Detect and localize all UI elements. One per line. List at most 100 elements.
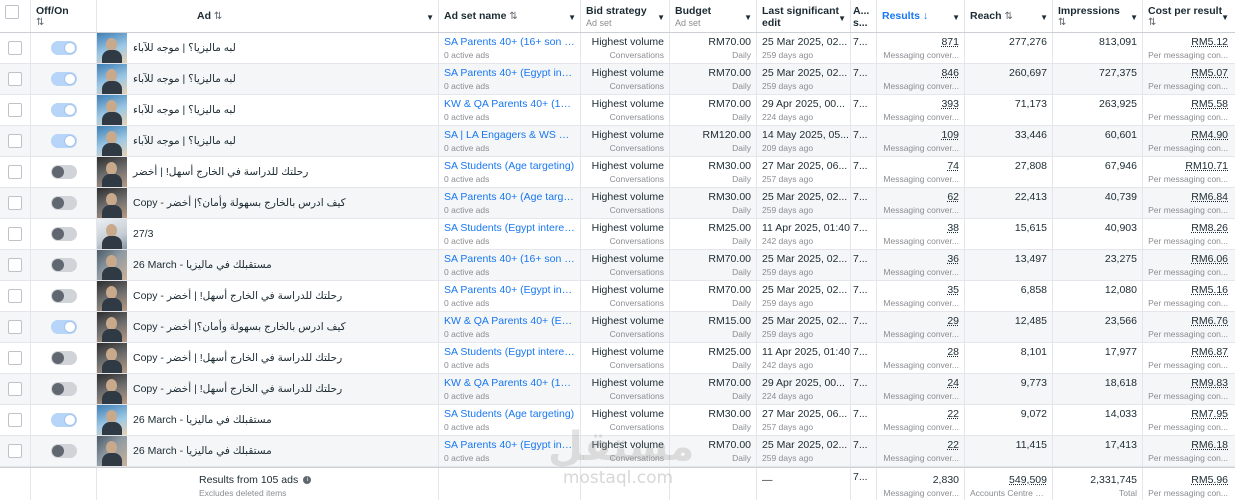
header-cost-per-result[interactable]: Cost per result ⇅ ▼ bbox=[1143, 0, 1233, 32]
row-checkbox[interactable] bbox=[8, 134, 22, 148]
table-row[interactable]: 26 March - مستقبلك في ماليزيا SA Students… bbox=[0, 405, 1235, 436]
row-checkbox[interactable] bbox=[8, 165, 22, 179]
ad-cell[interactable]: رحلتك للدراسة في الخارج أسهل! | أخضر bbox=[97, 157, 439, 187]
info-icon[interactable]: i bbox=[303, 476, 312, 485]
sort-icon[interactable]: ⇅ bbox=[1004, 11, 1012, 22]
chevron-down-icon[interactable]: ▼ bbox=[838, 13, 846, 25]
ad-thumbnail[interactable] bbox=[97, 95, 127, 125]
row-checkbox[interactable] bbox=[8, 41, 22, 55]
ad-cell[interactable]: 27/3 bbox=[97, 219, 439, 249]
chevron-down-icon[interactable]: ▼ bbox=[426, 13, 434, 22]
ad-name[interactable]: لبه ماليزيا؟ | موجه للآباء bbox=[133, 73, 236, 85]
cpr-value[interactable]: RM6.18 bbox=[1148, 439, 1228, 451]
table-row[interactable]: رحلتك للدراسة في الخارج أسهل! | أخضر - C… bbox=[0, 343, 1235, 374]
results-value[interactable]: 38 bbox=[882, 222, 959, 234]
table-row[interactable]: 26 March - مستقبلك في ماليزيا SA Parents … bbox=[0, 250, 1235, 281]
ad-cell[interactable]: لبه ماليزيا؟ | موجه للآباء bbox=[97, 64, 439, 94]
row-checkbox[interactable] bbox=[8, 444, 22, 458]
ad-cell[interactable]: لبه ماليزيا؟ | موجه للآباء bbox=[97, 33, 439, 63]
ad-thumbnail[interactable] bbox=[97, 312, 127, 342]
row-checkbox[interactable] bbox=[8, 196, 22, 210]
ad-cell[interactable]: رحلتك للدراسة في الخارج أسهل! | أخضر - C… bbox=[97, 374, 439, 404]
ad-thumbnail[interactable] bbox=[97, 281, 127, 311]
chevron-down-icon[interactable]: ▼ bbox=[1040, 13, 1048, 22]
cpr-value[interactable]: RM9.83 bbox=[1148, 377, 1228, 389]
header-adset[interactable]: Ad set name ⇅ ▼ bbox=[439, 0, 581, 32]
ad-name[interactable]: رحلتك للدراسة في الخارج أسهل! | أخضر - C… bbox=[133, 383, 342, 395]
adset-link[interactable]: SA Parents 40+ (16+ son & d... bbox=[444, 253, 575, 265]
chevron-down-icon[interactable]: ▼ bbox=[1130, 13, 1138, 22]
adset-link[interactable]: KW & QA Parents 40+ (16+ s... bbox=[444, 98, 575, 110]
header-offon[interactable]: Off/On ⇅ bbox=[31, 0, 97, 32]
ad-delivery-toggle[interactable] bbox=[50, 289, 77, 303]
header-a[interactable]: A... s... bbox=[851, 0, 877, 32]
ad-name[interactable]: رحلتك للدراسة في الخارج أسهل! | أخضر bbox=[133, 166, 308, 178]
ad-name[interactable]: لبه ماليزيا؟ | موجه للآباء bbox=[133, 135, 236, 147]
ad-delivery-toggle[interactable] bbox=[50, 413, 77, 427]
select-all-checkbox[interactable] bbox=[5, 5, 19, 19]
adset-link[interactable]: SA Parents 40+ (16+ son & d... bbox=[444, 36, 575, 48]
table-row[interactable]: كيف ادرس بالخارج بسهولة وأمان؟| أخضر - C… bbox=[0, 312, 1235, 343]
adset-link[interactable]: SA Students (Egypt interest... bbox=[444, 222, 575, 234]
adset-link[interactable]: SA Parents 40+ (Age targeti... bbox=[444, 191, 575, 203]
cpr-value[interactable]: RM6.06 bbox=[1148, 253, 1228, 265]
row-checkbox[interactable] bbox=[8, 413, 22, 427]
sort-icon[interactable]: ⇅ bbox=[1058, 17, 1137, 28]
results-value[interactable]: 28 bbox=[882, 346, 959, 358]
sort-icon[interactable]: ⇅ bbox=[509, 11, 517, 22]
ad-delivery-toggle[interactable] bbox=[50, 258, 77, 272]
row-checkbox[interactable] bbox=[8, 227, 22, 241]
results-value[interactable]: 74 bbox=[882, 160, 959, 172]
ad-name[interactable]: كيف ادرس بالخارج بسهولة وأمان؟| أخضر - C… bbox=[133, 197, 346, 209]
ad-name[interactable]: 26 March - مستقبلك في ماليزيا bbox=[133, 445, 272, 457]
ad-delivery-toggle[interactable] bbox=[50, 165, 77, 179]
ad-thumbnail[interactable] bbox=[97, 343, 127, 373]
chevron-down-icon[interactable]: ▼ bbox=[1221, 13, 1229, 22]
ad-delivery-toggle[interactable] bbox=[50, 41, 77, 55]
ad-cell[interactable]: 26 March - مستقبلك في ماليزيا bbox=[97, 405, 439, 435]
results-value[interactable]: 393 bbox=[882, 98, 959, 110]
results-value[interactable]: 871 bbox=[882, 36, 959, 48]
cpr-value[interactable]: RM8.26 bbox=[1148, 222, 1228, 234]
ad-cell[interactable]: 26 March - مستقبلك في ماليزيا bbox=[97, 250, 439, 280]
sort-icon[interactable]: ⇅ bbox=[36, 17, 91, 28]
adset-link[interactable]: SA Students (Egypt interest... bbox=[444, 346, 575, 358]
header-last-edit[interactable]: Last significant edit ▼ bbox=[757, 0, 851, 32]
ad-thumbnail[interactable] bbox=[97, 157, 127, 187]
results-value[interactable]: 22 bbox=[882, 408, 959, 420]
ad-name[interactable]: لبه ماليزيا؟ | موجه للآباء bbox=[133, 42, 236, 54]
ad-cell[interactable]: كيف ادرس بالخارج بسهولة وأمان؟| أخضر - C… bbox=[97, 188, 439, 218]
header-results[interactable]: Results ↓ ▼ bbox=[877, 0, 965, 32]
results-value[interactable]: 846 bbox=[882, 67, 959, 79]
chevron-down-icon[interactable]: ▼ bbox=[952, 13, 960, 22]
ad-name[interactable]: رحلتك للدراسة في الخارج أسهل! | أخضر - C… bbox=[133, 290, 342, 302]
table-row[interactable]: لبه ماليزيا؟ | موجه للآباء SA | LA Engage… bbox=[0, 126, 1235, 157]
table-row[interactable]: كيف ادرس بالخارج بسهولة وأمان؟| أخضر - C… bbox=[0, 188, 1235, 219]
sort-icon[interactable]: ⇅ bbox=[214, 11, 222, 22]
adset-link[interactable]: SA Students (Age targeting) bbox=[444, 160, 575, 172]
ad-delivery-toggle[interactable] bbox=[50, 444, 77, 458]
header-bid-strategy[interactable]: Bid strategy Ad set ▼ bbox=[581, 0, 670, 32]
sort-icon[interactable]: ⇅ bbox=[1148, 17, 1228, 28]
row-checkbox[interactable] bbox=[8, 382, 22, 396]
ad-delivery-toggle[interactable] bbox=[50, 72, 77, 86]
adset-link[interactable]: SA | LA Engagers & WS Visit... bbox=[444, 129, 575, 141]
ad-delivery-toggle[interactable] bbox=[50, 196, 77, 210]
ad-name[interactable]: كيف ادرس بالخارج بسهولة وأمان؟| أخضر - C… bbox=[133, 321, 346, 333]
ad-name[interactable]: لبه ماليزيا؟ | موجه للآباء bbox=[133, 104, 236, 116]
ad-delivery-toggle[interactable] bbox=[50, 320, 77, 334]
footer-reach-value[interactable]: 549,509 bbox=[970, 474, 1047, 486]
header-ad[interactable]: Ad ⇅ ▼ bbox=[97, 0, 439, 32]
ad-thumbnail[interactable] bbox=[97, 188, 127, 218]
adset-link[interactable]: KW & QA Parents 40+ (Egyp... bbox=[444, 315, 575, 327]
chevron-down-icon[interactable]: ▼ bbox=[744, 13, 752, 22]
sort-down-icon[interactable]: ↓ bbox=[923, 10, 928, 22]
adset-link[interactable]: SA Parents 40+ (Egypt inter... bbox=[444, 284, 575, 296]
footer-cpr-value[interactable]: RM5.96 bbox=[1148, 474, 1228, 486]
ad-cell[interactable]: لبه ماليزيا؟ | موجه للآباء bbox=[97, 126, 439, 156]
results-value[interactable]: 62 bbox=[882, 191, 959, 203]
ad-delivery-toggle[interactable] bbox=[50, 351, 77, 365]
ad-delivery-toggle[interactable] bbox=[50, 227, 77, 241]
cpr-value[interactable]: RM10.71 bbox=[1148, 160, 1228, 172]
results-value[interactable]: 109 bbox=[882, 129, 959, 141]
